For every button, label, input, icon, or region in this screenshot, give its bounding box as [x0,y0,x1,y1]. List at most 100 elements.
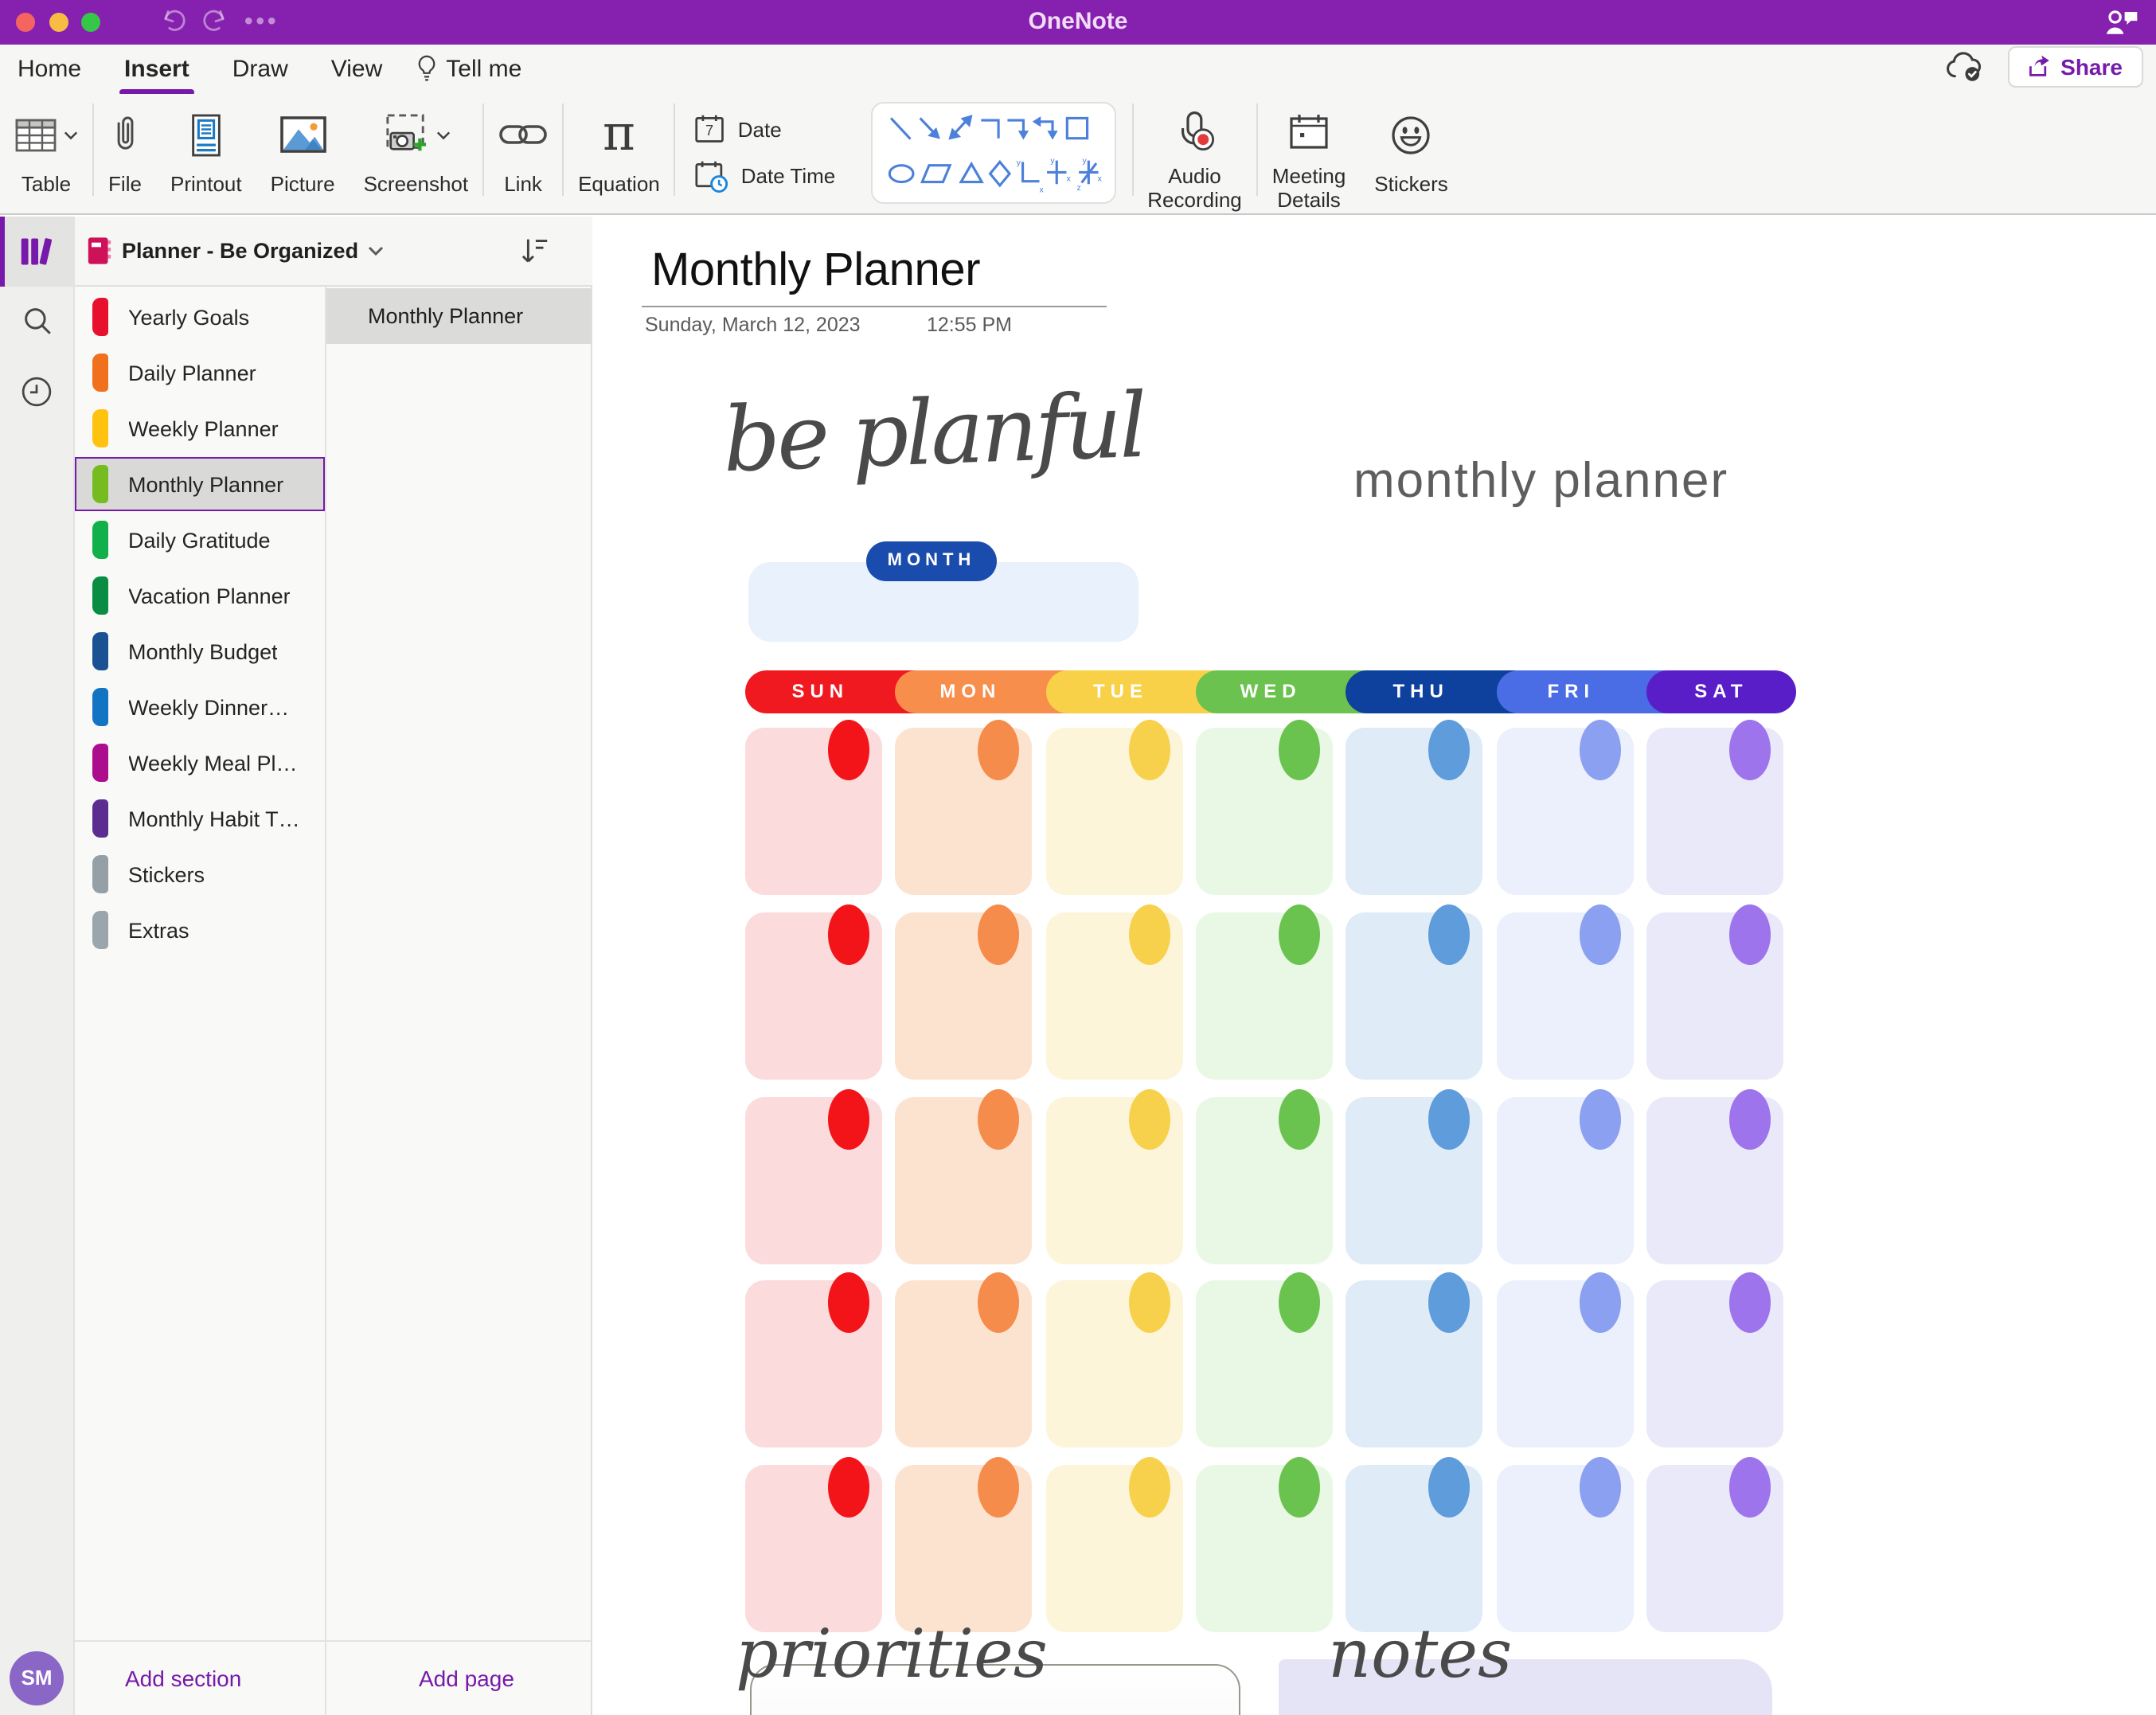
day-dot-icon [1579,720,1620,780]
section-label: Extras [128,918,189,942]
add-page-button[interactable]: Add page [419,1666,514,1691]
day-header-thu: THU [1346,670,1517,713]
day-dot-icon [1428,1272,1470,1333]
section-label: Weekly Planner [128,416,279,440]
calendar-cell-row4-wed [1196,1280,1333,1447]
sidebar-section-yearly-goals[interactable]: Yearly Goals [74,290,325,344]
page-pane: Monthly Planner Add page [326,287,592,1715]
search-nav-button[interactable] [0,300,74,342]
sidebar-section-monthly-budget[interactable]: Monthly Budget [74,624,325,678]
day-header-tue: TUE [1045,670,1217,713]
sidebar-section-monthly-planner[interactable]: Monthly Planner [74,457,325,511]
sidebar-section-stickers[interactable]: Stickers [74,847,325,901]
sidebar-section-daily-gratitude[interactable]: Daily Gratitude [74,513,325,567]
day-dot-icon [1128,1272,1170,1333]
section-color-tab-icon [92,298,107,336]
sidebar-section-vacation-planner[interactable]: Vacation Planner [74,568,325,623]
notebook-name[interactable]: Planner - Be Organized [122,239,358,263]
section-color-tab-icon [92,855,107,893]
hero-script-text: be planful [721,374,1146,492]
insert-date-time-button[interactable]: Date Time [695,159,836,193]
day-dot-icon [828,1089,869,1150]
menu-home[interactable]: Home [16,52,83,85]
day-dot-icon [1279,904,1320,965]
sort-pages-icon[interactable] [518,233,551,267]
day-header-wed: WED [1196,670,1367,713]
table-button[interactable]: Table [0,93,92,213]
calendar-cell-row5-fri [1496,1465,1633,1632]
section-label: Weekly Dinner… [128,695,289,719]
calendar-cell-row4-sun [745,1280,882,1447]
calendar-cell-row3-tue [1045,1097,1182,1264]
calendar-cell-row2-thu [1346,912,1482,1080]
sidebar-section-daily-planner[interactable]: Daily Planner [74,346,325,400]
account-avatar[interactable]: SM [10,1651,64,1705]
page-item-monthly-planner[interactable]: Monthly Planner [326,288,591,343]
calendar-cell-row3-thu [1346,1097,1482,1264]
sidebar-section-weekly-dinner[interactable]: Weekly Dinner… [74,680,325,734]
day-dot-icon [1729,1457,1771,1518]
notebooks-nav-button[interactable] [0,216,74,287]
calendar-cell-row1-sat [1646,728,1783,895]
page-title[interactable]: Monthly Planner [651,244,980,297]
section-color-tab-icon [92,409,107,447]
menu-bar: Home Insert Draw View Tell me Share [0,44,2156,93]
month-badge: MONTH [866,541,997,580]
hero-label-text: monthly planner [1353,451,1728,509]
calendar-clock-icon [695,159,730,193]
calendar-cell-row2-tue [1045,912,1182,1080]
title-bar: ••• OneNote [0,0,2156,44]
picture-button[interactable]: Picture [256,93,350,213]
svg-text:7: 7 [706,123,714,139]
sidebar-section-monthly-habit-t[interactable]: Monthly Habit T… [74,791,325,846]
share-icon [2025,53,2051,79]
shared-people-icon[interactable] [2102,5,2140,38]
share-button[interactable]: Share [2008,45,2143,87]
menu-draw[interactable]: Draw [231,52,290,85]
printout-button[interactable]: Printout [156,93,256,213]
file-button[interactable]: File [94,93,156,213]
day-dot-icon [1128,1089,1170,1150]
notebook-header: Planner - Be Organized [74,216,592,287]
audio-recording-button[interactable]: AudioRecording [1133,93,1256,213]
day-header-fri: FRI [1496,670,1667,713]
day-dot-icon [1279,1457,1320,1518]
section-color-tab-icon [92,688,107,726]
calendar-cell-row5-sun [745,1465,882,1632]
sidebar-section-weekly-meal-pl[interactable]: Weekly Meal Pl… [74,736,325,790]
title-underline [642,305,1107,307]
table-icon [14,114,57,155]
day-dot-icon [978,720,1020,780]
day-dot-icon [828,1457,869,1518]
section-label: Daily Planner [128,361,256,385]
stickers-button[interactable]: Stickers [1360,93,1462,213]
recent-notes-nav-button[interactable] [0,370,74,412]
section-label: Weekly Meal Pl… [128,751,298,775]
add-section-button[interactable]: Add section [125,1666,241,1691]
link-button[interactable]: Link [484,93,562,213]
insert-date-button[interactable]: 7 Date [695,113,836,145]
day-dot-icon [1729,1272,1771,1333]
section-color-tab-icon [92,521,107,559]
search-icon [21,304,54,338]
menu-insert[interactable]: Insert [123,52,191,85]
page-canvas[interactable]: Monthly Planner Sunday, March 12, 2023 1… [592,216,2156,1715]
menu-tell-me[interactable]: Tell me [416,54,521,83]
day-header-mon: MON [896,670,1067,713]
menu-view[interactable]: View [330,52,385,85]
notebook-chevron-icon[interactable] [368,245,384,256]
day-dot-icon [1128,1457,1170,1518]
shapes-palette[interactable]: yx yx yxz [870,101,1115,203]
sync-status-icon[interactable] [1943,50,1986,82]
meeting-details-button[interactable]: MeetingDetails [1258,93,1361,213]
calendar-cell-row1-thu [1346,728,1482,895]
sidebar-section-weekly-planner[interactable]: Weekly Planner [74,401,325,455]
printout-icon [186,112,226,157]
calendar-cell-row3-mon [896,1097,1033,1264]
day-header-sun: SUN [745,670,916,713]
screenshot-button[interactable]: Screenshot [350,93,483,213]
sidebar-section-extras[interactable]: Extras [74,903,325,957]
day-dot-icon [1428,720,1470,780]
day-dot-icon [1279,1272,1320,1333]
equation-button[interactable]: π Equation [564,93,674,213]
